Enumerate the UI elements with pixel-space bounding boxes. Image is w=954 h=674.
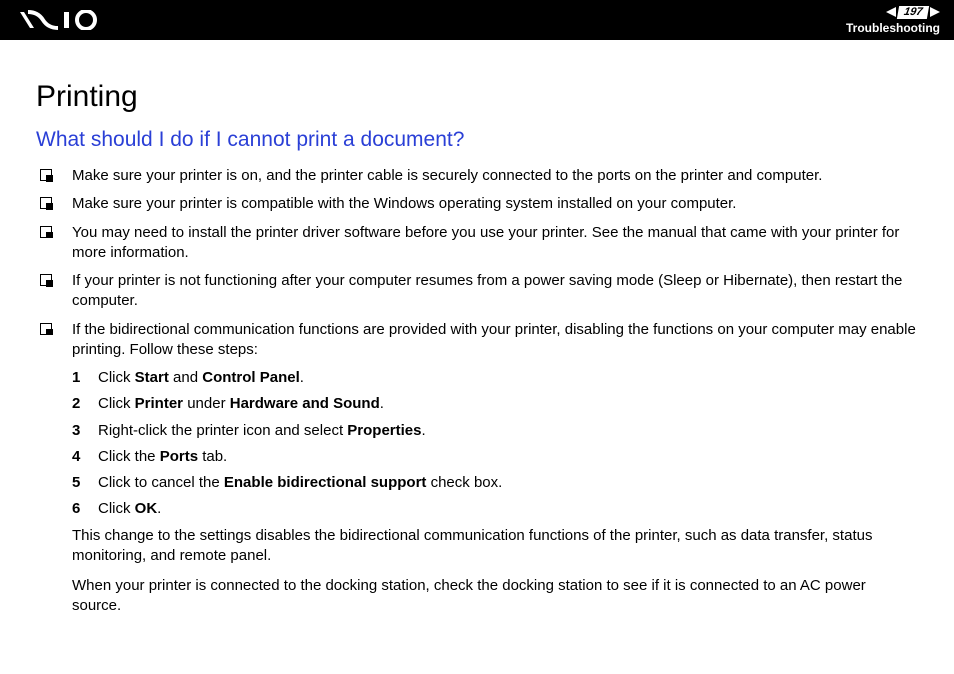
bullet-text: If the bidirectional communication funct…: [72, 320, 918, 361]
bullet-text: Make sure your printer is compatible wit…: [72, 194, 918, 214]
step-text: Click the Ports tab.: [98, 447, 918, 467]
step-item: 2 Click Printer under Hardware and Sound…: [72, 394, 918, 414]
next-page-arrow-icon[interactable]: [930, 7, 940, 17]
header-bar: 197 Troubleshooting: [0, 0, 954, 40]
step-text: Click OK.: [98, 499, 918, 519]
step-number: 6: [72, 499, 98, 519]
step-number: 5: [72, 473, 98, 493]
bullet-icon: [40, 323, 52, 335]
step-text: Click to cancel the Enable bidirectional…: [98, 473, 918, 493]
question-heading: What should I do if I cannot print a doc…: [36, 128, 918, 152]
vaio-logo: [20, 10, 112, 30]
step-text: Right-click the printer icon and select …: [98, 421, 918, 441]
step-item: 4 Click the Ports tab.: [72, 447, 918, 467]
bullet-text: You may need to install the printer driv…: [72, 223, 918, 264]
bullet-text: If your printer is not functioning after…: [72, 271, 918, 312]
step-item: 5 Click to cancel the Enable bidirection…: [72, 473, 918, 493]
step-text: Click Printer under Hardware and Sound.: [98, 394, 918, 414]
step-item: 3 Right-click the printer icon and selec…: [72, 421, 918, 441]
header-nav: 197 Troubleshooting: [846, 6, 940, 35]
bullet-icon: [40, 226, 52, 238]
page-title: Printing: [36, 80, 918, 114]
bullet-icon: [40, 197, 52, 209]
bullet-item: Make sure your printer is compatible wit…: [36, 194, 918, 214]
step-number: 4: [72, 447, 98, 467]
bullet-icon: [40, 169, 52, 181]
bullet-item: If your printer is not functioning after…: [36, 271, 918, 312]
bullet-item: If the bidirectional communication funct…: [36, 320, 918, 361]
step-item: 6 Click OK.: [72, 499, 918, 519]
bullet-icon: [40, 274, 52, 286]
post-paragraph: This change to the settings disables the…: [72, 526, 918, 567]
step-number: 1: [72, 368, 98, 388]
bullet-item: Make sure your printer is on, and the pr…: [36, 166, 918, 186]
page-nav: 197: [886, 6, 940, 19]
step-number: 3: [72, 421, 98, 441]
bullet-item: You may need to install the printer driv…: [36, 223, 918, 264]
section-label: Troubleshooting: [846, 21, 940, 35]
step-item: 1 Click Start and Control Panel.: [72, 368, 918, 388]
step-number: 2: [72, 394, 98, 414]
page-number: 197: [896, 6, 929, 19]
bullet-text: Make sure your printer is on, and the pr…: [72, 166, 918, 186]
content-area: Printing What should I do if I cannot pr…: [0, 40, 954, 647]
step-text: Click Start and Control Panel.: [98, 368, 918, 388]
prev-page-arrow-icon[interactable]: [886, 7, 896, 17]
post-paragraph: When your printer is connected to the do…: [72, 576, 918, 617]
